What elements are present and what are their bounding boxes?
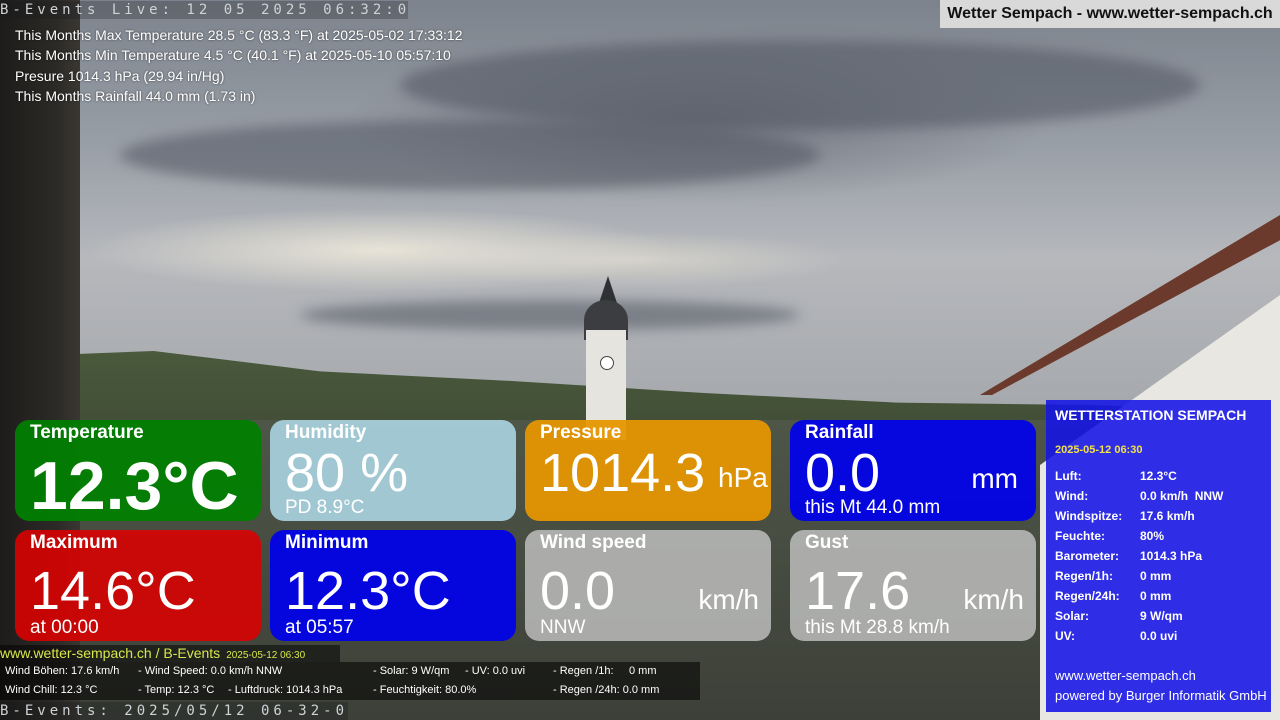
- station-value: 80%: [1140, 529, 1165, 543]
- station-row-feuchte: Feuchte: 80%: [1055, 529, 1164, 543]
- tile-value: 80 %: [285, 443, 409, 503]
- bottom-humidity: - Feuchtigkeit: 80.0%: [373, 684, 477, 696]
- station-value: 0 mm: [1140, 589, 1172, 603]
- bottom-wind-speed: - Wind Speed: 0.0 km/h NNW: [138, 665, 283, 677]
- tile-label: Maximum: [30, 532, 118, 553]
- monthly-info: This Months Max Temperature 28.5 °C (83.…: [15, 25, 463, 106]
- tile-pressure: Pressure 1014.3 hPa: [525, 420, 771, 521]
- tile-gust: Gust 17.6 km/h this Mt 28.8 km/h: [790, 530, 1036, 641]
- tile-sub: at 05:57: [285, 617, 354, 638]
- station-row-regen-1h: Regen/1h: 0 mm: [1055, 569, 1171, 583]
- station-title: WETTERSTATION SEMPACH: [1055, 407, 1247, 423]
- tile-label: Gust: [805, 532, 849, 553]
- station-key: Wind:: [1055, 489, 1089, 503]
- station-row-windspitze: Windspitze: 17.6 km/h: [1055, 509, 1195, 523]
- tile-value: 12.3°C: [30, 448, 239, 521]
- bottom-url-bar: www.wetter-sempach.ch / B-Events 2025-05-…: [0, 645, 340, 662]
- station-key: Regen/1h:: [1055, 569, 1114, 583]
- tile-sub: at 00:00: [30, 617, 99, 638]
- bottom-url-time: 2025-05-12 06:30: [226, 650, 306, 661]
- bottom-rain-24h: - Regen /24h: 0.0 mm: [553, 684, 660, 696]
- tile-label: Temperature: [30, 422, 144, 443]
- station-key: Barometer:: [1055, 549, 1120, 563]
- bottom-url: www.wetter-sempach.ch / B-Events: [0, 645, 221, 661]
- bottom-temp: - Temp: 12.3 °C: [138, 684, 215, 696]
- tile-rainfall: Rainfall 0.0 mm this Mt 44.0 mm: [790, 420, 1036, 521]
- tile-maximum: Maximum 14.6°C at 00:00: [15, 530, 261, 641]
- tile-label: Pressure: [540, 422, 622, 443]
- tile-value: 0.0: [805, 443, 881, 503]
- cloud: [120, 120, 820, 190]
- tile-sub: this Mt 44.0 mm: [805, 497, 941, 518]
- station-key: UV:: [1055, 629, 1076, 643]
- bottom-wind-chill: Wind Chill: 12.3 °C: [5, 684, 98, 696]
- station-key: Regen/24h:: [1055, 589, 1120, 603]
- tile-sub: this Mt 28.8 km/h: [805, 617, 950, 638]
- tile-value: 17.6: [805, 561, 911, 621]
- tile-label: Rainfall: [805, 422, 874, 443]
- bottom-solar: - Solar: 9 W/qm: [373, 665, 450, 677]
- tile-humidity: Humidity 80 % PD 8.9°C: [270, 420, 516, 521]
- tile-unit: hPa: [718, 462, 768, 493]
- church-clock: [600, 356, 614, 370]
- tile-sub: PD 8.9°C: [285, 497, 365, 518]
- station-row-uv: UV: 0.0 uvi: [1055, 629, 1177, 643]
- bottom-uv: - UV: 0.0 uvi: [465, 665, 526, 677]
- station-value: 9 W/qm: [1140, 609, 1183, 623]
- tile-unit: km/h: [963, 584, 1024, 615]
- info-min-temp: This Months Min Temperature 4.5 °C (40.1…: [15, 47, 451, 64]
- tile-minimum: Minimum 12.3°C at 05:57: [270, 530, 516, 641]
- station-key: Feuchte:: [1055, 529, 1106, 543]
- tile-label: Humidity: [285, 422, 367, 443]
- tile-value: 0.0: [540, 561, 616, 621]
- station-row-barometer: Barometer: 1014.3 hPa: [1055, 549, 1202, 563]
- bottom-rain-1h-label: - Regen /1h:: [553, 665, 614, 677]
- station-url: www.wetter-sempach.ch: [1055, 668, 1196, 683]
- tile-value: 1014.3: [540, 443, 706, 503]
- tile-wind-speed: Wind speed 0.0 km/h NNW: [525, 530, 771, 641]
- station-powered-by: powered by Burger Informatik GmbH: [1055, 688, 1267, 703]
- tile-temperature: Temperature 12.3°C: [15, 420, 261, 521]
- site-title: Wetter Sempach - www.wetter-sempach.ch: [940, 0, 1280, 28]
- station-row-wind: Wind: 0.0 km/h NNW: [1055, 489, 1223, 503]
- info-rainfall: This Months Rainfall 44.0 mm (1.73 in): [15, 87, 256, 104]
- info-max-temp: This Months Max Temperature 28.5 °C (83.…: [15, 27, 463, 43]
- live-timestamp: B-Events Live: 12 05 2025 06:32:09: [0, 1, 408, 19]
- station-date: 2025-05-12 06:30: [1055, 444, 1143, 456]
- tile-label: Minimum: [285, 532, 369, 553]
- bottom-pressure: - Luftdruck: 1014.3 hPa: [228, 684, 343, 696]
- tile-sub: NNW: [540, 617, 586, 638]
- station-row-luft: Luft: 12.3°C: [1055, 469, 1177, 483]
- station-key: Luft:: [1055, 469, 1082, 483]
- cloud: [300, 300, 800, 330]
- station-panel: WETTERSTATION SEMPACH 2025-05-12 06:30 L…: [1046, 400, 1271, 712]
- info-pressure: Presure 1014.3 hPa (29.94 in/Hg): [15, 67, 225, 84]
- bottom-wind-gust: Wind Böhen: 17.6 km/h: [5, 665, 120, 677]
- bottom-timestamp: B-Events: 2025/05/12 06-32-09: [0, 702, 348, 720]
- tile-label: Wind speed: [540, 532, 647, 553]
- bottom-data-bar: Wind Böhen: 17.6 km/h - Wind Speed: 0.0 …: [0, 662, 700, 700]
- station-key: Windspitze:: [1055, 509, 1123, 523]
- station-value: 0 mm: [1140, 569, 1172, 583]
- bottom-rain-1h-value: 0 mm: [629, 665, 657, 677]
- station-row-solar: Solar: 9 W/qm: [1055, 609, 1183, 623]
- station-key: Solar:: [1055, 609, 1090, 623]
- tile-unit: km/h: [698, 584, 759, 615]
- cloud: [400, 40, 1200, 130]
- station-row-regen-24h: Regen/24h: 0 mm: [1055, 589, 1171, 603]
- station-value: 1014.3 hPa: [1140, 549, 1203, 563]
- tile-value: 14.6°C: [30, 561, 196, 621]
- station-value: 17.6 km/h: [1140, 509, 1195, 523]
- station-value: 0.0 uvi: [1140, 629, 1178, 643]
- station-value: 0.0 km/h NNW: [1140, 489, 1224, 503]
- station-value: 12.3°C: [1140, 469, 1177, 483]
- tile-value: 12.3°C: [285, 561, 451, 621]
- tile-unit: mm: [971, 463, 1018, 494]
